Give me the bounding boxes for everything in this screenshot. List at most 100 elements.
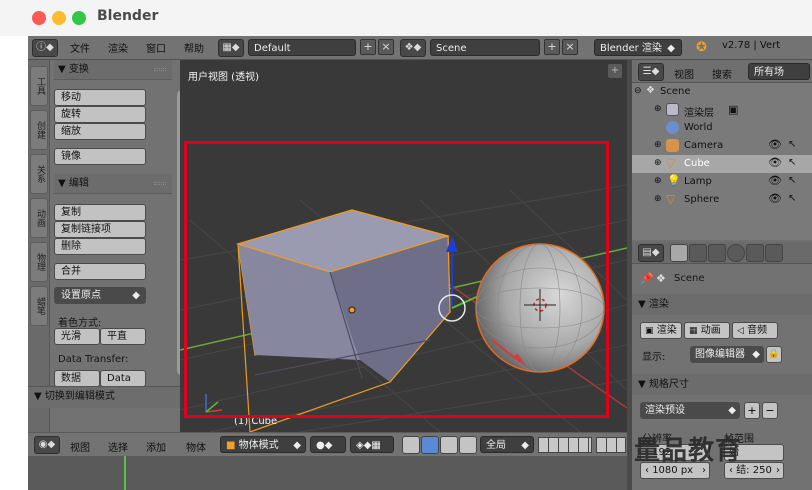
- join-button[interactable]: 合并: [54, 263, 146, 280]
- scale-button[interactable]: 缩放: [54, 123, 146, 140]
- render-image-button[interactable]: ▣ 渲染: [640, 322, 682, 339]
- render-icon[interactable]: ▣: [728, 103, 738, 116]
- manipulator-toggle-icon[interactable]: [402, 436, 420, 454]
- screen-layout-icon[interactable]: ▦◆: [218, 39, 244, 57]
- menu-window[interactable]: 窗口: [146, 40, 166, 55]
- eye-icon[interactable]: 👁: [768, 192, 782, 205]
- tab-physics[interactable]: 物理: [30, 242, 48, 282]
- rotate-manipulator-icon[interactable]: [440, 436, 458, 454]
- translate-button[interactable]: 移动: [54, 89, 146, 106]
- zoom-window-button[interactable]: [72, 11, 86, 25]
- screen-layout-field[interactable]: Default: [248, 39, 356, 56]
- pin-icon[interactable]: 📌: [640, 272, 654, 285]
- render-engine-select[interactable]: Blender 渲染 ◆: [594, 39, 682, 56]
- add-scene-button[interactable]: +: [544, 39, 560, 55]
- outliner-row-sphere[interactable]: ⊕ ▽ Sphere 👁 ↖: [632, 191, 812, 209]
- drag-grip-icon[interactable]: [154, 68, 166, 71]
- remove-preset-button[interactable]: −: [762, 402, 778, 419]
- outliner-row-camera[interactable]: ⊕ Camera 👁 ↖: [632, 137, 812, 155]
- outliner-row-render-layers[interactable]: ⊕ 渲染层 ▣: [632, 101, 812, 119]
- layer-buttons[interactable]: [538, 437, 592, 453]
- data-layout-button[interactable]: Data La: [100, 370, 146, 399]
- expand-icon[interactable]: ⊕: [654, 176, 662, 186]
- cursor-select-icon[interactable]: ↖: [788, 193, 796, 204]
- minimize-window-button[interactable]: [52, 11, 66, 25]
- expand-icon[interactable]: ⊕: [654, 194, 662, 204]
- 3d-viewport[interactable]: 用户视图 (透视) (1) Cube +: [180, 60, 627, 432]
- rotate-button[interactable]: 旋转: [54, 106, 146, 123]
- delete-button[interactable]: 删除: [54, 238, 146, 255]
- render-audio-button[interactable]: ◁ 音频: [732, 322, 778, 339]
- viewport-menu-object[interactable]: 物体: [186, 439, 206, 454]
- viewport-menu-view[interactable]: 视图: [70, 439, 90, 454]
- increment-arrow-icon[interactable]: ›: [776, 463, 780, 478]
- scene-icon[interactable]: ❖◆: [400, 39, 426, 57]
- expand-icon[interactable]: ⊕: [654, 140, 662, 150]
- transform-orientation-select[interactable]: 全局 ◆: [480, 436, 534, 453]
- data-transfer-button[interactable]: 数据: [54, 370, 100, 387]
- outliner-filter-select[interactable]: 所有场: [748, 63, 810, 80]
- outliner-row-lamp[interactable]: ⊕ 💡 Lamp 👁 ↖: [632, 173, 812, 191]
- timeline[interactable]: [28, 456, 627, 490]
- lock-interface-icon[interactable]: 🔒: [766, 346, 782, 363]
- cursor-select-icon[interactable]: ↖: [788, 139, 796, 150]
- toggle-editmode-panel-header[interactable]: ▼ 切换到编辑模式: [28, 386, 180, 408]
- dimensions-panel-header[interactable]: ▼ 规格尺寸: [632, 374, 812, 395]
- outliner-row-cube[interactable]: ⊕ ▽ Cube 👁 ↖: [632, 155, 812, 173]
- interaction-mode-select[interactable]: ■ 物体模式 ◆: [220, 436, 306, 453]
- viewport-shading-select[interactable]: ●◆: [310, 436, 346, 453]
- expand-icon[interactable]: ⊕: [654, 104, 662, 114]
- remove-layout-button[interactable]: ×: [378, 39, 394, 55]
- tab-animation[interactable]: 动画: [30, 198, 48, 238]
- menu-file[interactable]: 文件: [70, 40, 90, 55]
- outliner-menu-view[interactable]: 视图: [674, 66, 694, 81]
- collapse-icon[interactable]: ⊖: [634, 86, 642, 96]
- expand-icon[interactable]: ⊕: [654, 158, 662, 168]
- eye-icon[interactable]: 👁: [768, 156, 782, 169]
- object-tab-icon[interactable]: [746, 244, 764, 262]
- render-tab-icon[interactable]: [670, 244, 688, 262]
- render-layers-tab-icon[interactable]: [689, 244, 707, 262]
- edit-panel-header[interactable]: ▼ 编辑: [54, 174, 172, 194]
- outliner-row-scene[interactable]: ⊖ ❖ Scene: [632, 83, 812, 101]
- shade-flat-button[interactable]: 平直: [100, 328, 146, 345]
- shade-smooth-button[interactable]: 光滑: [54, 328, 100, 345]
- cursor-select-icon[interactable]: ↖: [788, 157, 796, 168]
- render-animation-button[interactable]: ▦ 动画: [684, 322, 730, 339]
- pivot-point-select[interactable]: ◈◆▦: [350, 436, 394, 453]
- outliner-row-world[interactable]: World: [632, 119, 812, 137]
- translate-manipulator-icon[interactable]: [421, 436, 439, 454]
- drag-grip-icon[interactable]: [154, 182, 166, 185]
- menu-help[interactable]: 帮助: [184, 40, 204, 55]
- editor-type-info-button[interactable]: ⓘ◆: [32, 39, 58, 57]
- scene-field[interactable]: Scene: [430, 39, 540, 56]
- duplicate-button[interactable]: 复制: [54, 204, 146, 221]
- close-window-button[interactable]: [32, 11, 46, 25]
- scene-tab-icon[interactable]: [708, 244, 726, 262]
- viewport-menu-select[interactable]: 选择: [108, 439, 128, 454]
- tab-relations[interactable]: 关系: [30, 154, 48, 194]
- add-layout-button[interactable]: +: [360, 39, 376, 55]
- eye-icon[interactable]: 👁: [768, 138, 782, 151]
- transform-panel-header[interactable]: ▼ 变换: [54, 60, 172, 80]
- viewport-menu-add[interactable]: 添加: [146, 439, 166, 454]
- render-preset-select[interactable]: 渲染预设 ◆: [640, 402, 740, 419]
- menu-render[interactable]: 渲染: [108, 40, 128, 55]
- tab-grease-pencil[interactable]: 蜡笔: [30, 286, 48, 326]
- world-tab-icon[interactable]: [727, 244, 745, 262]
- region-toggle-plus-icon[interactable]: +: [608, 64, 622, 78]
- mirror-button[interactable]: 镜像: [54, 148, 146, 165]
- scale-manipulator-icon[interactable]: [459, 436, 477, 454]
- tab-tools[interactable]: 工具: [30, 66, 48, 106]
- outliner-menu-search[interactable]: 搜索: [712, 66, 732, 81]
- remove-scene-button[interactable]: ×: [562, 39, 578, 55]
- tab-create[interactable]: 创建: [30, 110, 48, 150]
- properties-editor-type-icon[interactable]: ▤◆: [638, 244, 664, 262]
- outliner-editor-type-icon[interactable]: ☰◆: [638, 63, 664, 81]
- render-panel-header[interactable]: ▼ 渲染: [632, 294, 812, 315]
- cursor-select-icon[interactable]: ↖: [788, 175, 796, 186]
- display-mode-select[interactable]: 图像编辑器 ◆: [690, 346, 764, 363]
- layer-buttons-2[interactable]: [596, 437, 626, 453]
- constraints-tab-icon[interactable]: [765, 244, 783, 262]
- add-preset-button[interactable]: +: [744, 402, 760, 419]
